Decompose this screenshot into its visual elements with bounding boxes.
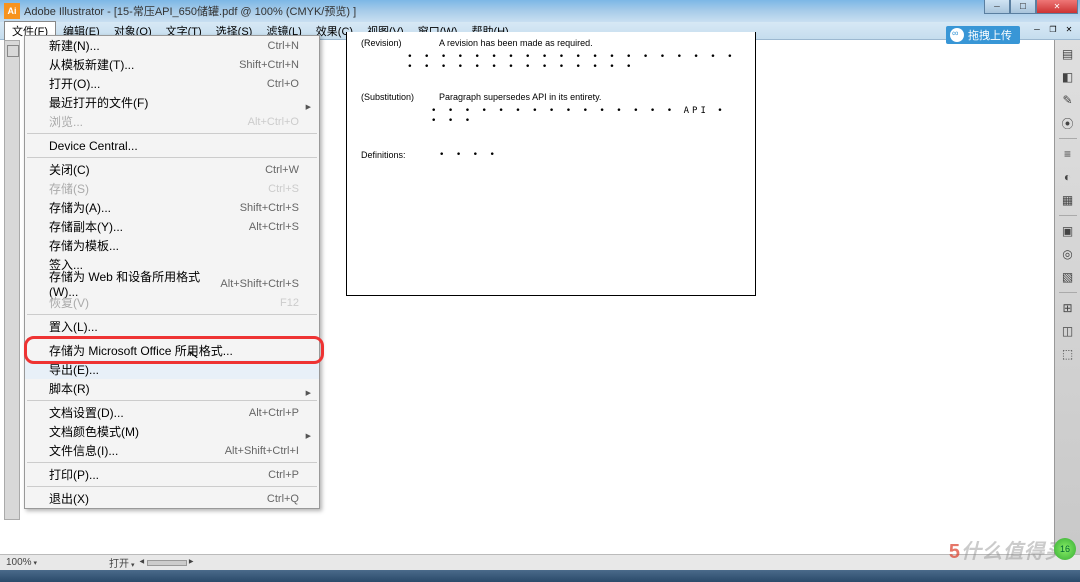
- menu-item-label: 文档设置(D)...: [49, 404, 249, 421]
- menu-item-shortcut: Alt+Ctrl+P: [249, 407, 299, 419]
- menu-item-shortcut: Shift+Ctrl+N: [239, 59, 299, 71]
- zoom-dropdown[interactable]: 100%: [6, 557, 37, 568]
- menu-item-shortcut: Alt+Shift+Ctrl+S: [220, 278, 299, 290]
- menu-item[interactable]: 脚本(R): [25, 379, 319, 398]
- menu-item[interactable]: 导出(E)...: [25, 360, 319, 379]
- menu-item-label: 存储为 Microsoft Office 所用格式...: [49, 342, 299, 359]
- menu-item-shortcut: Shift+Ctrl+S: [240, 202, 299, 214]
- menu-item[interactable]: 最近打开的文件(F): [25, 93, 319, 112]
- menu-item-label: 浏览...: [49, 113, 248, 130]
- menu-item-shortcut: Ctrl+S: [268, 183, 299, 195]
- doc-revision-text: A revision has been made as required.: [439, 38, 593, 48]
- menu-item-shortcut: Ctrl+W: [265, 164, 299, 176]
- status-bar: 100% 打开: [0, 554, 1080, 570]
- doc-revision-key: (Revision): [361, 38, 439, 48]
- watermark: 5什么值得买: [949, 535, 1066, 564]
- file-menu-dropdown: 新建(N)...Ctrl+N从模板新建(T)...Shift+Ctrl+N打开(…: [24, 35, 320, 509]
- panel-pathfinder-icon[interactable]: ◫: [1058, 321, 1078, 341]
- doc-definitions-dots: • • • •: [439, 150, 498, 160]
- document-viewport[interactable]: (Revision)A revision has been made as re…: [320, 40, 1050, 562]
- menu-item-shortcut: Alt+Ctrl+S: [249, 221, 299, 233]
- panel-color-icon[interactable]: ◐: [1058, 167, 1078, 187]
- menu-item: 浏览...Alt+Ctrl+O: [25, 112, 319, 131]
- menu-item[interactable]: 打开(O)...Ctrl+O: [25, 74, 319, 93]
- menu-item-label: 关闭(C): [49, 161, 265, 178]
- status-mode-dropdown[interactable]: 打开: [109, 555, 134, 570]
- status-slider[interactable]: [147, 560, 187, 566]
- panel-swatches-icon[interactable]: ◧: [1058, 67, 1078, 87]
- toolbox-panel[interactable]: [4, 40, 20, 520]
- window-title: Adobe Illustrator - [15-常压API_650储罐.pdf …: [24, 3, 356, 19]
- menu-item: 恢复(V)F12: [25, 293, 319, 312]
- panel-gradient-icon[interactable]: ▦: [1058, 190, 1078, 210]
- menu-item-label: Device Central...: [49, 139, 299, 153]
- panel-stroke-icon[interactable]: ≡: [1058, 144, 1078, 164]
- menu-item-shortcut: Ctrl+P: [268, 469, 299, 481]
- notification-badge[interactable]: 16: [1054, 538, 1076, 560]
- menu-item[interactable]: 新建(N)...Ctrl+N: [25, 36, 319, 55]
- window-close-button[interactable]: [1036, 0, 1078, 14]
- right-panel-dock: ▤ ◧ ✎ ⦿ ≡ ◐ ▦ ▣ ◎ ▧ ⊞ ◫ ⬚: [1054, 40, 1080, 564]
- doc-restore-button[interactable]: ❐: [1046, 22, 1060, 36]
- menu-item[interactable]: 存储副本(Y)...Alt+Ctrl+S: [25, 217, 319, 236]
- menu-item-label: 恢复(V): [49, 294, 280, 311]
- menu-item-label: 导出(E)...: [49, 361, 299, 378]
- menu-item[interactable]: 存储为 Web 和设备所用格式(W)...Alt+Shift+Ctrl+S: [25, 274, 319, 293]
- menu-item[interactable]: 从模板新建(T)...Shift+Ctrl+N: [25, 55, 319, 74]
- doc-dots-1: • • • • • • • • • • • • • • • • • • • • …: [407, 52, 741, 72]
- menu-item[interactable]: 打印(P)...Ctrl+P: [25, 465, 319, 484]
- menu-item: 存储(S)Ctrl+S: [25, 179, 319, 198]
- menu-item[interactable]: 关闭(C)Ctrl+W: [25, 160, 319, 179]
- menu-item[interactable]: Device Central...: [25, 136, 319, 155]
- menu-item-shortcut: Ctrl+N: [268, 40, 299, 52]
- app-logo-icon: Ai: [4, 3, 20, 19]
- menu-item-label: 退出(X): [49, 490, 267, 507]
- menu-item-label: 文件信息(I)...: [49, 442, 225, 459]
- window-minimize-button[interactable]: [984, 0, 1010, 14]
- menu-item[interactable]: 文档颜色模式(M): [25, 422, 319, 441]
- menu-item[interactable]: 置入(L)...: [25, 317, 319, 336]
- panel-brushes-icon[interactable]: ✎: [1058, 90, 1078, 110]
- panel-graphic-styles-icon[interactable]: ▧: [1058, 267, 1078, 287]
- document-page: (Revision)A revision has been made as re…: [346, 32, 756, 296]
- doc-definitions-key: Definitions:: [361, 150, 439, 160]
- menu-item-label: 存储为模板...: [49, 237, 299, 254]
- menu-item-shortcut: Ctrl+O: [267, 78, 299, 90]
- menu-item-shortcut: Alt+Ctrl+O: [248, 116, 299, 128]
- menu-item[interactable]: 文档设置(D)...Alt+Ctrl+P: [25, 403, 319, 422]
- menu-item-label: 新建(N)...: [49, 37, 268, 54]
- window-maximize-button[interactable]: [1010, 0, 1036, 14]
- menu-item-label: 文档颜色模式(M): [49, 423, 299, 440]
- menu-item-label: 打印(P)...: [49, 466, 268, 483]
- menu-item[interactable]: 存储为模板...: [25, 236, 319, 255]
- menu-item-shortcut: Ctrl+Q: [267, 493, 299, 505]
- taskbar[interactable]: [0, 570, 1080, 582]
- menu-item-label: 存储为(A)...: [49, 199, 240, 216]
- menu-item[interactable]: 存储为 Microsoft Office 所用格式...: [25, 341, 319, 360]
- menu-item-label: 存储副本(Y)...: [49, 218, 249, 235]
- menu-item[interactable]: 退出(X)Ctrl+Q: [25, 489, 319, 508]
- menu-item-shortcut: F12: [280, 297, 299, 309]
- menu-item-label: 存储(S): [49, 180, 268, 197]
- doc-substitution-text: Paragraph supersedes API in its entirety…: [439, 92, 601, 102]
- panel-align-icon[interactable]: ⊞: [1058, 298, 1078, 318]
- menu-item[interactable]: 文件信息(I)...Alt+Shift+Ctrl+I: [25, 441, 319, 460]
- menu-item[interactable]: 存储为(A)...Shift+Ctrl+S: [25, 198, 319, 217]
- menu-item-label: 最近打开的文件(F): [49, 94, 299, 111]
- doc-minimize-button[interactable]: ─: [1030, 22, 1044, 36]
- doc-close-button[interactable]: ✕: [1062, 22, 1076, 36]
- menu-item-label: 从模板新建(T)...: [49, 56, 239, 73]
- menu-item-label: 脚本(R): [49, 380, 299, 397]
- window-titlebar: Ai Adobe Illustrator - [15-常压API_650储罐.p…: [0, 0, 1080, 22]
- panel-layers-icon[interactable]: ▤: [1058, 44, 1078, 64]
- doc-substitution-key: (Substitution): [361, 92, 439, 102]
- panel-appearance-icon[interactable]: ◎: [1058, 244, 1078, 264]
- panel-transparency-icon[interactable]: ▣: [1058, 221, 1078, 241]
- menu-item-label: 打开(O)...: [49, 75, 267, 92]
- doc-dots-2: • • • • • • • • • • • • • • • API • • • …: [431, 106, 741, 126]
- menu-item-label: 置入(L)...: [49, 318, 299, 335]
- panel-symbols-icon[interactable]: ⦿: [1058, 113, 1078, 133]
- panel-transform-icon[interactable]: ⬚: [1058, 344, 1078, 364]
- menu-item-shortcut: Alt+Shift+Ctrl+I: [225, 445, 299, 457]
